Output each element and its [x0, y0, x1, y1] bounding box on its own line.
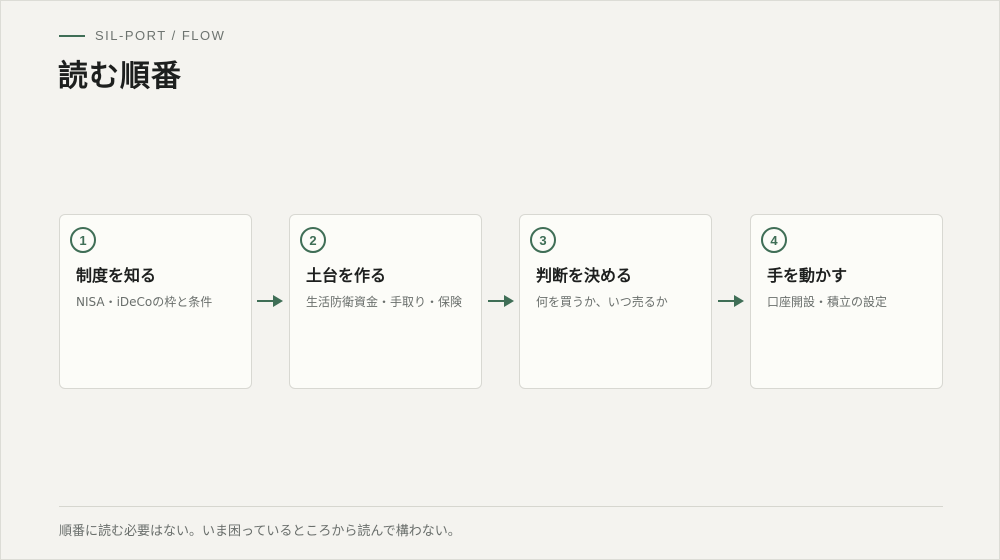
arrow-right-icon [488, 295, 514, 307]
step-description-2: 生活防衛資金・手取り・保険 [306, 295, 463, 309]
step-number-3: 3 [530, 227, 556, 253]
step-title-2: 土台を作る [306, 266, 387, 285]
step-flow: 1 制度を知る NISA・iDeCoの枠と条件 2 土台を作る 生活防衛資金・手… [59, 214, 943, 389]
eyebrow: SIL-PORT / FLOW [59, 28, 225, 43]
footer-note: 順番に読む必要はない。いま困っているところから読んで構わない。 [59, 524, 461, 539]
step-description-3: 何を買うか、いつ売るか [536, 295, 668, 309]
page-title: 読む順番 [58, 59, 182, 94]
step-card-2: 2 土台を作る 生活防衛資金・手取り・保険 [289, 214, 482, 389]
step-number-2: 2 [300, 227, 326, 253]
eyebrow-line [59, 34, 85, 37]
eyebrow-text: SIL-PORT / FLOW [95, 28, 226, 43]
step-card-3: 3 判断を決める 何を買うか、いつ売るか [519, 214, 712, 389]
arrow-right-icon [257, 295, 283, 307]
step-title-1: 制度を知る [76, 266, 157, 285]
step-description-1: NISA・iDeCoの枠と条件 [76, 295, 213, 309]
step-card-4: 4 手を動かす 口座開設・積立の設定 [750, 214, 943, 389]
step-number-1: 1 [70, 227, 96, 253]
step-number-4: 4 [761, 227, 787, 253]
step-title-4: 手を動かす [767, 266, 848, 285]
arrow-right-icon [718, 295, 744, 307]
step-title-3: 判断を決める [536, 266, 633, 285]
step-card-1: 1 制度を知る NISA・iDeCoの枠と条件 [59, 214, 252, 389]
step-description-4: 口座開設・積立の設定 [767, 295, 888, 309]
page: SIL-PORT / FLOW 読む順番 1 制度を知る NISA・iDeCoの… [0, 0, 1000, 560]
footer-divider [59, 506, 943, 507]
